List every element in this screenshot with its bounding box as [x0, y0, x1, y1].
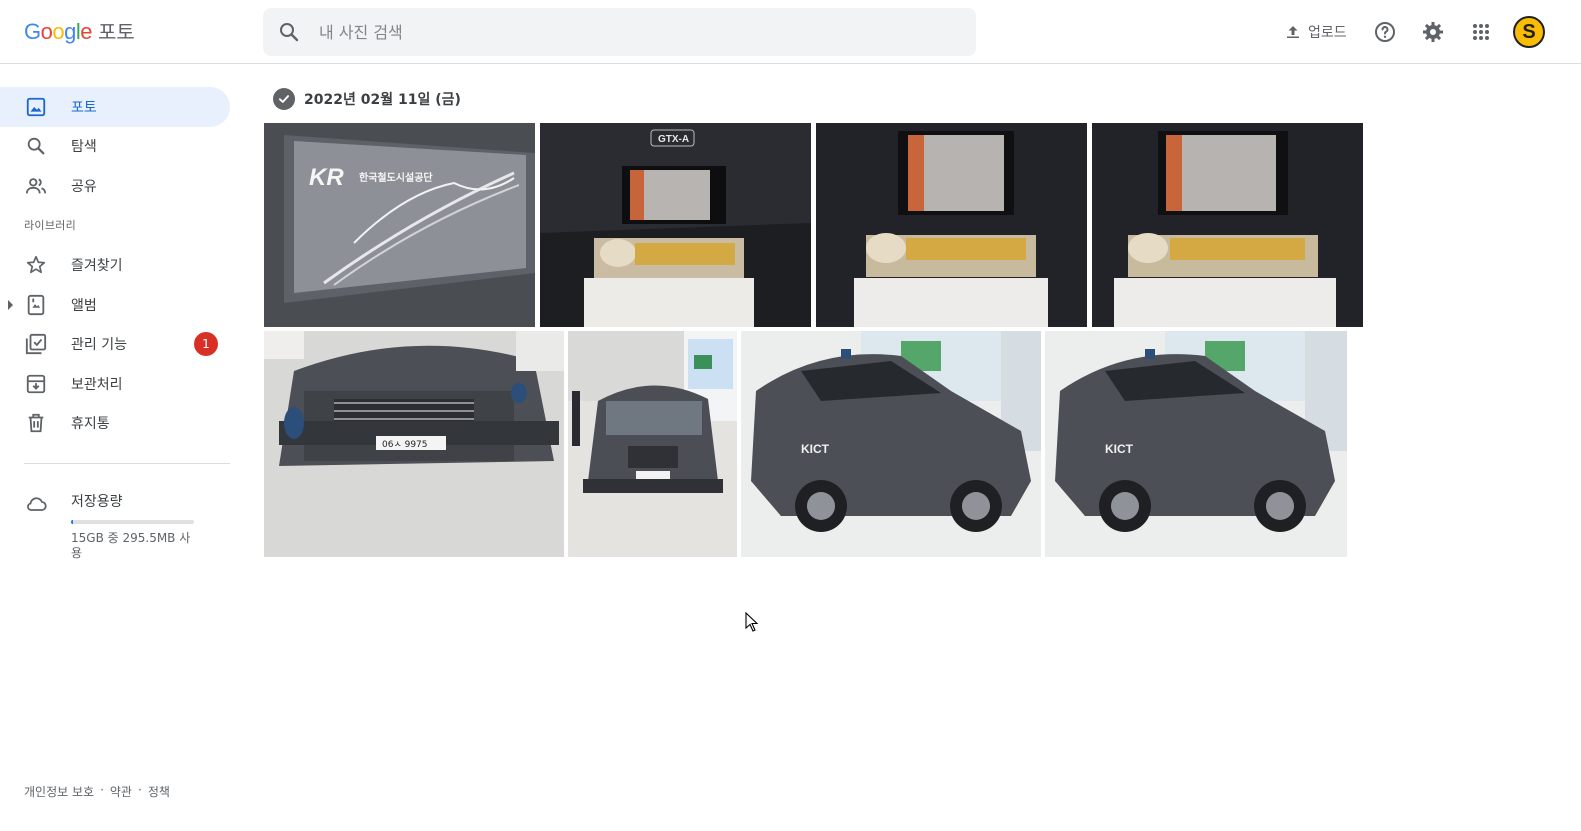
photo-thumbnail[interactable]: KICT	[741, 331, 1041, 557]
product-name: 포토	[98, 20, 135, 44]
cloud-icon	[24, 492, 48, 520]
sidebar-item-label: 포토	[71, 100, 97, 116]
help-icon[interactable]	[1372, 19, 1398, 45]
sidebar-item-explore[interactable]: 탐색	[0, 126, 230, 166]
sidebar-item-label: 휴지통	[71, 416, 110, 432]
footer-links: 개인정보 보호 · 약관 · 정책	[24, 783, 170, 800]
library-section-label: 라이브러리	[24, 219, 77, 232]
sidebar-item-photos[interactable]: 포토	[0, 87, 230, 127]
upload-icon	[1287, 26, 1299, 38]
photo-caption-text: 한국철도시설공단	[359, 171, 433, 184]
mouse-cursor-icon	[745, 611, 759, 636]
upload-button[interactable]: 업로드	[1284, 18, 1347, 46]
license-plate-text: 06ㅅ 9975	[382, 440, 428, 450]
storage-usage-text: 15GB 중 295.5MB 사용	[71, 531, 191, 560]
checklist-icon	[24, 332, 48, 356]
search-icon[interactable]	[277, 20, 301, 44]
photo-thumbnail[interactable]: KR 한국철도시설공단	[264, 123, 535, 327]
photo-caption-text: KICT	[801, 442, 830, 456]
photo-thumbnail[interactable]	[816, 123, 1087, 327]
svg-text:KR: KR	[309, 164, 344, 191]
star-icon	[24, 253, 48, 277]
archive-icon	[24, 372, 48, 396]
sidebar-item-label: 즐겨찾기	[71, 258, 123, 274]
storage-progress-fill	[71, 520, 74, 524]
trash-icon	[24, 411, 48, 435]
search-input[interactable]	[319, 22, 919, 42]
sidebar-item-trash[interactable]: 휴지통	[0, 403, 230, 443]
photo-thumbnail[interactable]	[568, 331, 737, 557]
photo-thumbnail[interactable]	[1092, 123, 1363, 327]
photo-thumbnail[interactable]: KICT	[1045, 331, 1347, 557]
avatar[interactable]: S	[1513, 16, 1545, 48]
sidebar-item-utilities[interactable]: 관리 기능 1	[0, 324, 230, 364]
sidebar-item-label: 탐색	[71, 139, 97, 155]
terms-link[interactable]: 약관	[110, 783, 132, 800]
google-wordmark: Google	[24, 19, 93, 44]
footer-separator: ·	[100, 783, 104, 797]
date-group-label: 2022년 02월 11일 (금)	[304, 92, 461, 108]
photo-caption-text: KICT	[1105, 442, 1134, 456]
storage-title[interactable]: 저장용량	[71, 491, 123, 511]
sidebar: 포토 탐색 공유 라이브러리 즐겨찾기 앨범 관리 기능 1 보관처리 휴지통 …	[0, 64, 240, 831]
footer-separator: ·	[137, 783, 142, 797]
sidebar-divider	[24, 463, 230, 464]
policy-link[interactable]: 정책	[148, 783, 170, 800]
top-bar: Google 포토 업로드 S	[0, 0, 1581, 64]
search-icon	[24, 134, 48, 158]
google-photos-logo[interactable]: Google 포토	[24, 16, 135, 46]
privacy-link[interactable]: 개인정보 보호	[24, 783, 94, 800]
storage-progress-bar	[71, 520, 194, 524]
sidebar-item-albums[interactable]: 앨범	[0, 285, 230, 325]
sidebar-item-archive[interactable]: 보관처리	[0, 364, 230, 404]
sidebar-item-label: 관리 기능	[71, 337, 127, 353]
notification-badge: 1	[194, 332, 218, 356]
upload-label: 업로드	[1308, 25, 1347, 41]
photo-icon	[24, 95, 48, 119]
sidebar-item-label: 앨범	[71, 298, 97, 314]
gear-icon[interactable]	[1420, 19, 1446, 45]
apps-grid-icon[interactable]	[1468, 19, 1494, 45]
sidebar-item-sharing[interactable]: 공유	[0, 166, 230, 206]
sidebar-item-label: 공유	[71, 179, 97, 195]
sidebar-item-label: 보관처리	[71, 377, 123, 393]
photo-caption-text: GTX-A	[658, 134, 689, 145]
expand-caret-icon[interactable]	[8, 300, 13, 310]
photo-thumbnail[interactable]: 06ㅅ 9975	[264, 331, 564, 557]
photo-thumbnail[interactable]: GTX-A	[540, 123, 811, 327]
date-group-header: 2022년 02월 11일 (금)	[273, 87, 461, 111]
sidebar-item-favorites[interactable]: 즐겨찾기	[0, 245, 230, 285]
album-icon	[24, 293, 48, 317]
search-box[interactable]	[263, 8, 976, 56]
people-icon	[24, 174, 48, 198]
select-all-check-icon[interactable]	[273, 88, 295, 110]
